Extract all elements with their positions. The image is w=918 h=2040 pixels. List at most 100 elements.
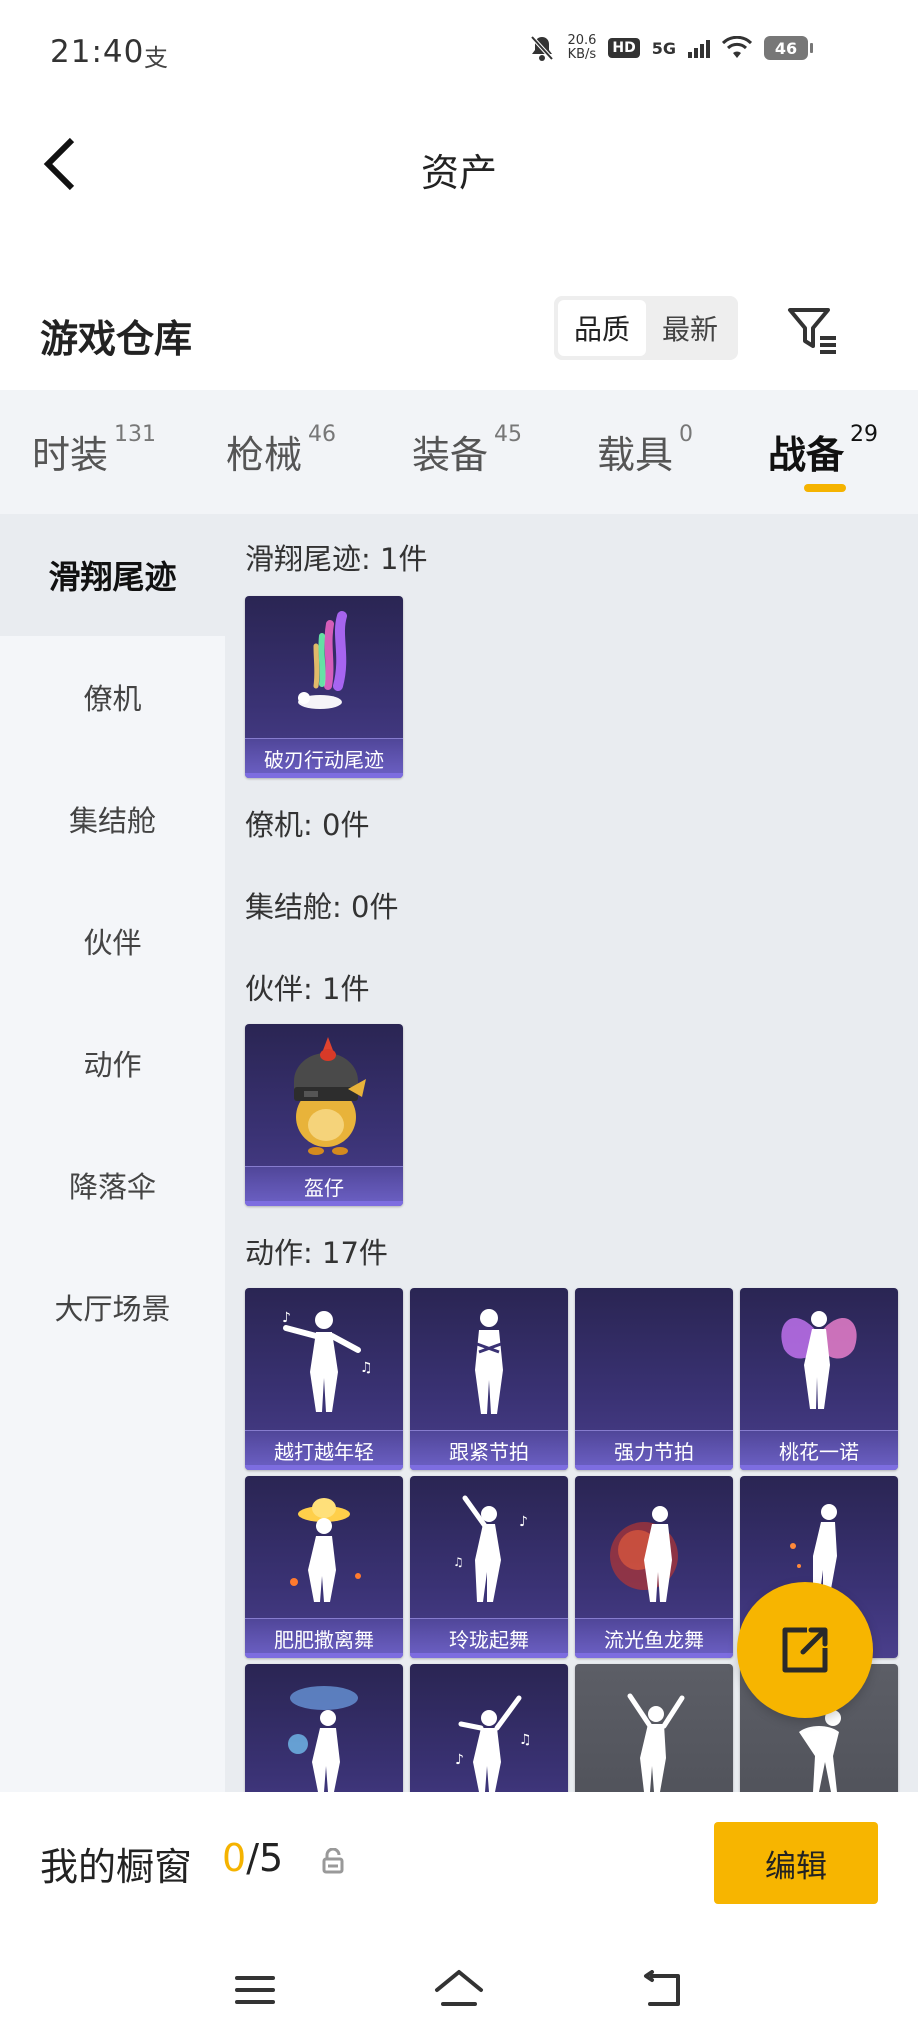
- item-card[interactable]: [245, 1664, 403, 1792]
- sidebar-item-rally-pod[interactable]: 集结舱: [0, 758, 225, 880]
- emote-art: [245, 1476, 403, 1616]
- tab-label: 载具: [597, 433, 674, 477]
- nav-menu-button[interactable]: [225, 1960, 285, 2020]
- item-card[interactable]: 跟紧节拍: [410, 1288, 568, 1470]
- showcase-bar: 我的橱窗 0/5 编辑: [0, 1792, 918, 1940]
- app-root: 21:40 支 20.6 KB/s HD 5G 46 资产 游戏仓库 品质 最新…: [0, 0, 918, 2040]
- item-name: 玲珑起舞: [410, 1618, 568, 1658]
- section-label-rally-pod: 集结舱: 0件: [245, 890, 399, 924]
- battery-level: 46: [774, 38, 798, 58]
- item-card[interactable]: [575, 1664, 733, 1792]
- svg-text:♫: ♫: [453, 1555, 464, 1569]
- item-card[interactable]: 桃花一诺: [740, 1288, 898, 1470]
- active-tab-indicator: [804, 484, 846, 492]
- svg-text:♫: ♫: [360, 1360, 373, 1376]
- section-label-companion: 伙伴: 1件: [245, 972, 370, 1006]
- emote-art: [575, 1664, 733, 1792]
- item-card[interactable]: ♪ ♫: [410, 1664, 568, 1792]
- sidebar-item-lobby-scene[interactable]: 大厅场景: [0, 1246, 225, 1368]
- tab-equipment[interactable]: 装备 45: [412, 422, 522, 479]
- item-name: 破刃行动尾迹: [245, 738, 403, 778]
- tab-fashion[interactable]: 时装 131: [32, 422, 157, 479]
- svg-text:♫: ♫: [519, 1732, 532, 1748]
- item-card[interactable]: 盔仔: [245, 1024, 403, 1206]
- tab-count: 29: [850, 422, 879, 447]
- nav-back-button[interactable]: [634, 1960, 694, 2020]
- showcase-total: /5: [246, 1836, 284, 1880]
- item-card[interactable]: 肥肥撒离舞: [245, 1476, 403, 1658]
- item-name: 流光鱼龙舞: [575, 1618, 733, 1658]
- share-external-icon: [782, 1627, 828, 1673]
- tab-label: 战备: [768, 433, 845, 477]
- section-label-wingman: 僚机: 0件: [245, 808, 370, 842]
- edit-button[interactable]: 编辑: [714, 1822, 878, 1904]
- tab-vehicles[interactable]: 载具 0: [597, 422, 693, 479]
- emote-art: ♪ ♫: [410, 1476, 568, 1616]
- network-speed: 20.6 KB/s: [567, 34, 596, 62]
- category-tabs: 时装 131 枪械 46 装备 45 载具 0 战备 29: [0, 390, 918, 514]
- emote-art: [575, 1288, 733, 1428]
- tab-label: 枪械: [226, 433, 303, 477]
- showcase-current: 0: [222, 1836, 247, 1880]
- sidebar-item-emotes[interactable]: 动作: [0, 1002, 225, 1124]
- sidebar-item-glide-trail[interactable]: 滑翔尾迹: [0, 514, 225, 636]
- item-card[interactable]: 破刃行动尾迹: [245, 596, 403, 778]
- showcase-title: 我的橱窗: [40, 1845, 193, 1889]
- sort-toggle: 品质 最新: [554, 296, 738, 360]
- companion-art: [245, 1024, 403, 1164]
- share-fab[interactable]: [737, 1582, 873, 1718]
- sidebar-item-companion[interactable]: 伙伴: [0, 880, 225, 1002]
- item-card[interactable]: 流光鱼龙舞: [575, 1476, 733, 1658]
- item-name: 强力节拍: [575, 1430, 733, 1470]
- lock-icon: [322, 1848, 344, 1874]
- home-icon: [435, 1970, 483, 2006]
- system-nav-bar: [0, 1940, 918, 2040]
- sort-quality-button[interactable]: 品质: [558, 300, 646, 356]
- svg-text:♪: ♪: [455, 1752, 464, 1768]
- sort-newest-button[interactable]: 最新: [646, 300, 734, 356]
- filter-button[interactable]: [782, 300, 842, 360]
- status-icons: 20.6 KB/s HD 5G 46: [529, 34, 813, 62]
- item-card[interactable]: ♪ ♫ 玲珑起舞: [410, 1476, 568, 1658]
- section-label-emotes: 动作: 17件: [245, 1236, 388, 1270]
- signal-icon: [688, 38, 710, 58]
- filter-list-icon: [788, 308, 836, 354]
- tab-guns[interactable]: 枪械 46: [226, 422, 336, 479]
- mute-bell-icon: [530, 35, 554, 61]
- item-name: 桃花一诺: [740, 1430, 898, 1470]
- page-header: 资产: [0, 106, 918, 226]
- showcase-count: 0/5: [222, 1836, 283, 1880]
- emote-art: ♪ ♫: [410, 1664, 568, 1792]
- emote-art: [410, 1288, 568, 1428]
- tab-label: 时装: [32, 433, 109, 477]
- back-icon: [644, 1970, 680, 2006]
- nav-home-button[interactable]: [429, 1960, 489, 2020]
- trail-art: [245, 596, 403, 736]
- emote-art: ♪ ♫: [245, 1288, 403, 1428]
- item-name: 肥肥撒离舞: [245, 1618, 403, 1658]
- battery-icon: 46: [764, 36, 813, 60]
- item-card[interactable]: 强力节拍: [575, 1288, 733, 1470]
- svg-text:♪: ♪: [519, 1514, 528, 1530]
- speed-unit: KB/s: [567, 47, 597, 62]
- tab-battle-gear[interactable]: 战备 29: [768, 422, 879, 479]
- wifi-icon: [722, 36, 752, 58]
- status-time: 21:40: [50, 34, 145, 70]
- tab-label: 装备: [412, 433, 489, 477]
- sidebar-item-parachute[interactable]: 降落伞: [0, 1124, 225, 1246]
- subcategory-sidebar: 滑翔尾迹 僚机 集结舱 伙伴 动作 降落伞 大厅场景: [0, 514, 225, 1792]
- menu-icon: [235, 1976, 275, 2004]
- hd-badge: HD: [608, 38, 640, 58]
- network-type: 5G: [651, 38, 676, 58]
- warehouse-title: 游戏仓库: [40, 317, 193, 361]
- sidebar-item-wingman[interactable]: 僚机: [0, 636, 225, 758]
- tab-count: 131: [114, 422, 157, 447]
- item-card[interactable]: ♪ ♫ 越打越年轻: [245, 1288, 403, 1470]
- emote-art: [245, 1664, 403, 1792]
- speed-value: 20.6: [567, 33, 597, 48]
- warehouse-header: 游戏仓库 品质 最新: [0, 280, 918, 390]
- page-title: 资产: [420, 151, 497, 195]
- item-name: 跟紧节拍: [410, 1430, 568, 1470]
- svg-text:♪: ♪: [282, 1310, 291, 1326]
- alipay-icon: 支: [144, 44, 168, 72]
